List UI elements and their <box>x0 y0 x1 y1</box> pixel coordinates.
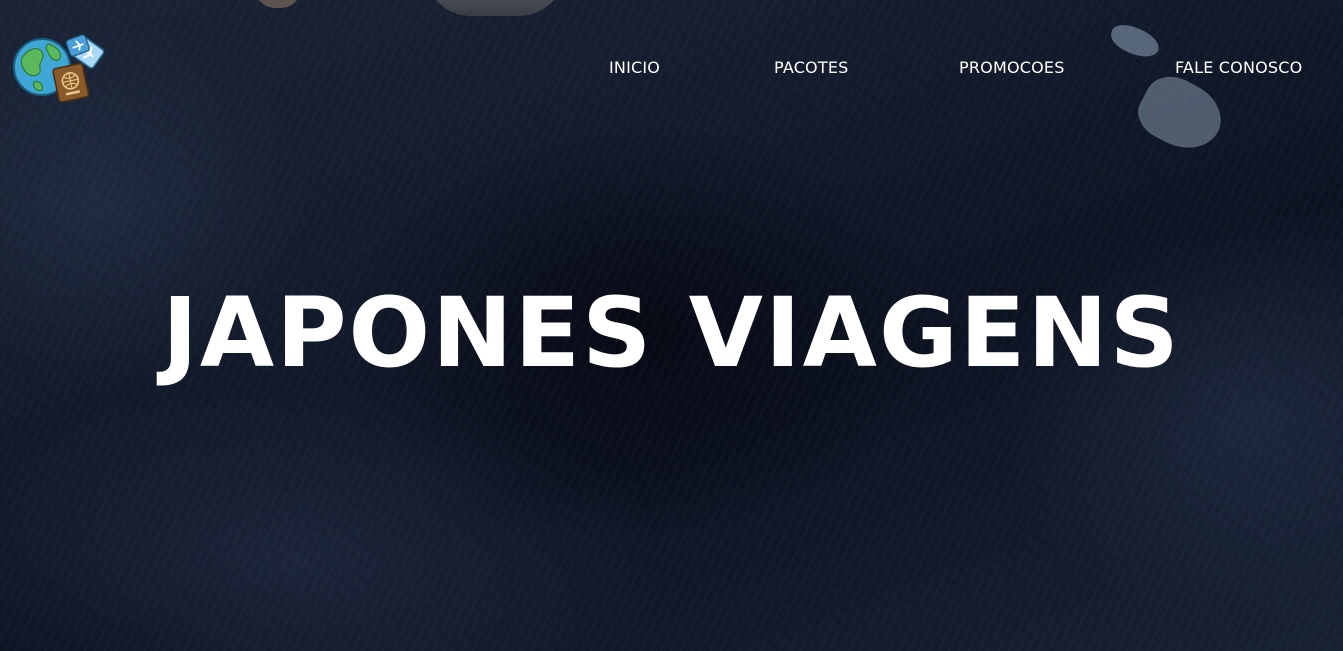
nav-link-pacotes[interactable]: PACOTES <box>774 58 849 77</box>
nav-link-inicio[interactable]: INICIO <box>609 58 660 77</box>
nav-link-fale-conosco[interactable]: FALE CONOSCO <box>1175 58 1302 77</box>
hero-section: INICIO PACOTES PROMOCOES FALE CONOSCO JA… <box>0 0 1343 651</box>
nav-link-promocoes[interactable]: PROMOCOES <box>959 58 1065 77</box>
main-nav: INICIO PACOTES PROMOCOES FALE CONOSCO <box>0 58 1343 80</box>
hero-title: JAPONES VIAGENS <box>162 277 1181 389</box>
